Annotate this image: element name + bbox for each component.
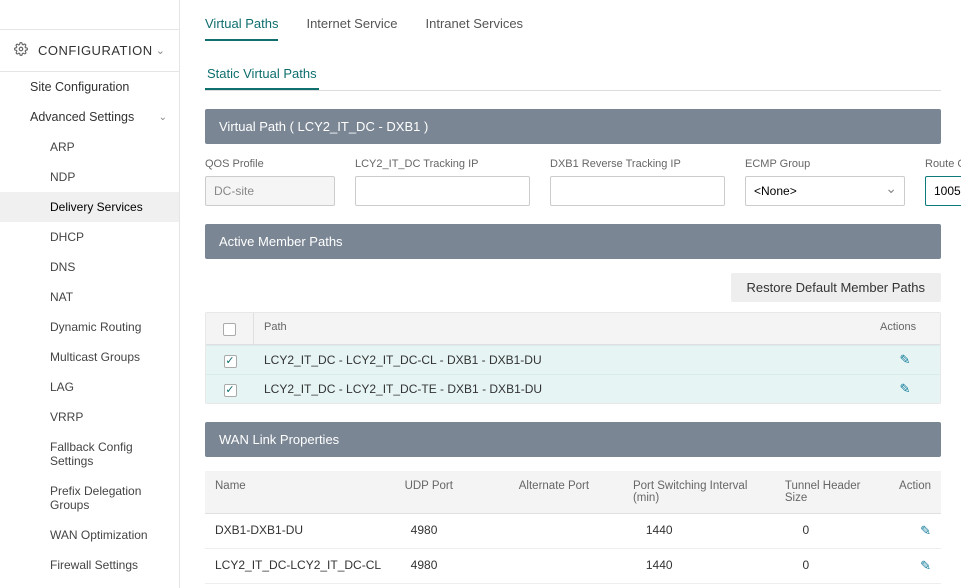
- chevron-down-icon: ⌄: [159, 112, 167, 123]
- lcy-tracking-input[interactable]: [355, 176, 530, 206]
- member-paths-table-head: Path Actions: [206, 313, 940, 345]
- nav-item-arp[interactable]: ARP: [0, 132, 179, 162]
- route-cost-label: Route Cost: [925, 158, 961, 170]
- sub-tabs: Static Virtual Paths: [205, 60, 941, 91]
- nav-item-appliance-settings[interactable]: Appliance Settings: [0, 580, 179, 588]
- nav-item-delivery-services[interactable]: Delivery Services: [0, 192, 179, 222]
- edit-icon[interactable]: ✎: [900, 381, 911, 396]
- nav-item-site-configuration[interactable]: Site Configuration: [0, 72, 179, 102]
- configuration-header[interactable]: CONFIGURATION ⌄: [0, 30, 179, 72]
- cell-name: LCY2_IT_DC-LCY2_IT_DC-CL: [205, 549, 401, 583]
- ecmp-group-label: ECMP Group: [745, 158, 905, 170]
- path-cell: LCY2_IT_DC - LCY2_IT_DC-CL - DXB1 - DXB1…: [254, 347, 870, 373]
- cell-interval: 1440: [636, 514, 793, 548]
- nav-item-firewall-settings[interactable]: Firewall Settings: [0, 550, 179, 580]
- col-name: Name: [205, 471, 395, 513]
- path-cell: LCY2_IT_DC - LCY2_IT_DC-TE - DXB1 - DXB1…: [254, 376, 870, 402]
- cell-udp: 4980: [401, 549, 519, 583]
- nav-item-lag[interactable]: LAG: [0, 372, 179, 402]
- cell-alt: [518, 584, 636, 588]
- virtual-path-form: QOS Profile LCY2_IT_DC Tracking IP DXB1 …: [205, 158, 941, 206]
- member-paths-table: Path Actions LCY2_IT_DC - LCY2_IT_DC-CL …: [205, 312, 941, 404]
- subtab-static-virtual-paths[interactable]: Static Virtual Paths: [205, 60, 319, 90]
- configuration-label: CONFIGURATION: [38, 43, 156, 58]
- table-row: LCY2_IT_DC-LCY2_IT_DC-TE498014400✎: [205, 584, 941, 588]
- nav-item-label: Advanced Settings: [30, 110, 134, 124]
- nav-item-ndp[interactable]: NDP: [0, 162, 179, 192]
- nav-item-prefix-delegation-groups[interactable]: Prefix Delegation Groups: [0, 476, 179, 520]
- cell-alt: [518, 549, 636, 583]
- sidebar-spacer: [0, 0, 179, 30]
- dxb-tracking-input[interactable]: [550, 176, 725, 206]
- nav-item-multicast-groups[interactable]: Multicast Groups: [0, 342, 179, 372]
- route-cost-input[interactable]: [925, 176, 961, 206]
- edit-icon[interactable]: ✎: [920, 523, 931, 538]
- tab-virtual-paths[interactable]: Virtual Paths: [205, 16, 278, 41]
- dxb-tracking-label: DXB1 Reverse Tracking IP: [550, 158, 725, 170]
- active-member-paths-header: Active Member Paths: [205, 224, 941, 259]
- col-path: Path: [254, 313, 870, 344]
- col-tunnel: Tunnel Header Size: [775, 471, 889, 513]
- cell-interval: 1440: [636, 549, 793, 583]
- nav-item-advanced-settings[interactable]: Advanced Settings ⌄: [0, 102, 179, 132]
- nav-list: Site ConfigurationAdvanced Settings⌄ARPN…: [0, 72, 179, 588]
- table-row: LCY2_IT_DC - LCY2_IT_DC-TE - DXB1 - DXB1…: [206, 374, 940, 403]
- sidebar: CONFIGURATION ⌄ Site ConfigurationAdvanc…: [0, 0, 180, 588]
- table-row: DXB1-DXB1-DU4980 14400 ✎: [205, 514, 941, 549]
- cell-interval: 1440: [636, 584, 793, 588]
- qos-profile-label: QOS Profile: [205, 158, 335, 170]
- restore-default-button[interactable]: Restore Default Member Paths: [731, 273, 941, 302]
- cell-alt: [518, 514, 636, 548]
- cell-tunnel: 0: [793, 584, 911, 588]
- cell-tunnel: 0: [793, 514, 911, 548]
- nav-item-dns[interactable]: DNS: [0, 252, 179, 282]
- cell-udp: 4980: [401, 584, 519, 588]
- qos-profile-input[interactable]: [205, 176, 335, 206]
- col-udp: UDP Port: [395, 471, 509, 513]
- lcy-tracking-label: LCY2_IT_DC Tracking IP: [355, 158, 530, 170]
- row-checkbox[interactable]: [224, 384, 237, 397]
- nav-item-dhcp[interactable]: DHCP: [0, 222, 179, 252]
- nav-item-fallback-config-settings[interactable]: Fallback Config Settings: [0, 432, 179, 476]
- col-interval: Port Switching Interval (min): [623, 471, 775, 513]
- main-content: Virtual Paths Internet Service Intranet …: [180, 0, 961, 588]
- nav-item-nat[interactable]: NAT: [0, 282, 179, 312]
- nav-item-dynamic-routing[interactable]: Dynamic Routing: [0, 312, 179, 342]
- ecmp-group-select[interactable]: [745, 176, 905, 206]
- edit-icon[interactable]: ✎: [900, 352, 911, 367]
- tab-intranet-services[interactable]: Intranet Services: [426, 16, 524, 41]
- tab-internet-service[interactable]: Internet Service: [306, 16, 397, 41]
- col-actions: Actions: [870, 313, 940, 344]
- virtual-path-header: Virtual Path ( LCY2_IT_DC - DXB1 ): [205, 109, 941, 144]
- table-row: LCY2_IT_DC - LCY2_IT_DC-CL - DXB1 - DXB1…: [206, 345, 940, 374]
- chevron-down-icon: ⌄: [156, 44, 165, 57]
- cell-name: LCY2_IT_DC-LCY2_IT_DC-TE: [205, 584, 401, 588]
- cell-tunnel: 0: [793, 549, 911, 583]
- table-row: LCY2_IT_DC-LCY2_IT_DC-CL4980 14400 ✎: [205, 549, 941, 584]
- wan-table: Name UDP Port Alternate Port Port Switch…: [205, 471, 941, 588]
- gear-icon: [14, 42, 28, 59]
- select-all-checkbox[interactable]: [223, 323, 236, 336]
- col-action: Action: [889, 471, 941, 513]
- nav-item-wan-optimization[interactable]: WAN Optimization: [0, 520, 179, 550]
- row-checkbox[interactable]: [224, 355, 237, 368]
- col-alt: Alternate Port: [509, 471, 623, 513]
- nav-item-vrrp[interactable]: VRRP: [0, 402, 179, 432]
- cell-udp: 4980: [401, 514, 519, 548]
- edit-icon[interactable]: ✎: [920, 558, 931, 573]
- cell-name: DXB1-DXB1-DU: [205, 514, 401, 548]
- top-tabs: Virtual Paths Internet Service Intranet …: [205, 0, 941, 42]
- wan-table-head: Name UDP Port Alternate Port Port Switch…: [205, 471, 941, 514]
- wan-link-properties-header: WAN Link Properties: [205, 422, 941, 457]
